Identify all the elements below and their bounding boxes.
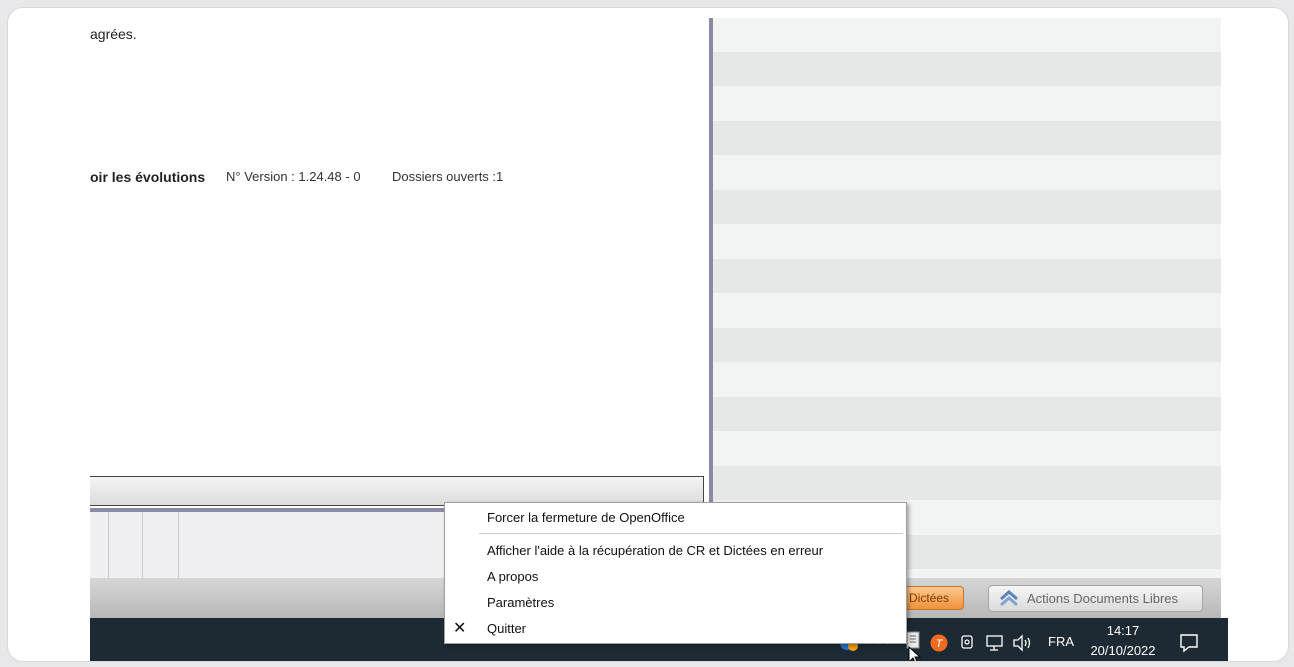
- menu-item-recovery-help[interactable]: Afficher l'aide à la récupération de CR …: [487, 543, 823, 558]
- grid-divider: [108, 512, 109, 578]
- menu-item-settings[interactable]: Paramètres: [487, 595, 554, 610]
- top-text: agrées.: [90, 26, 137, 42]
- network-icon[interactable]: [986, 634, 1004, 652]
- tray-context-menu: Forcer la fermeture de OpenOffice Affich…: [444, 502, 907, 644]
- list-row[interactable]: [713, 259, 1221, 293]
- double-chevron-up-icon: [1000, 590, 1018, 607]
- list-row[interactable]: [713, 190, 1221, 224]
- list-row[interactable]: [713, 466, 1221, 500]
- open-folders-label: Dossiers ouverts :1: [392, 169, 504, 184]
- list-row[interactable]: [713, 397, 1221, 431]
- dictees-label: Dictées: [909, 591, 950, 605]
- volume-icon[interactable]: [1012, 634, 1034, 652]
- language-indicator[interactable]: FRA: [1048, 634, 1074, 649]
- grid-divider: [142, 512, 143, 578]
- clock-date: 20/10/2022: [1090, 643, 1156, 658]
- taskbar-clock[interactable]: 14:17 20/10/2022: [1080, 621, 1166, 661]
- list-row[interactable]: [713, 52, 1221, 86]
- menu-item-about[interactable]: A propos: [487, 569, 538, 584]
- evolutions-link[interactable]: oir les évolutions: [90, 169, 205, 185]
- mouse-cursor-icon: [908, 646, 922, 661]
- list-row[interactable]: [713, 328, 1221, 362]
- right-list-pane: [713, 18, 1221, 578]
- actions-label: Actions Documents Libres: [1027, 591, 1179, 606]
- notification-icon[interactable]: [1178, 632, 1200, 654]
- actions-documents-libres-button[interactable]: Actions Documents Libres: [988, 585, 1203, 612]
- grid-divider: [178, 512, 179, 578]
- menu-item-quit[interactable]: Quitter: [487, 621, 526, 636]
- version-label: N° Version : 1.24.48 - 0: [226, 169, 361, 184]
- screenshot-frame: agrées. oir les évolutions N° Version : …: [7, 7, 1289, 662]
- menu-separator: [479, 533, 903, 534]
- close-icon: ✕: [453, 620, 467, 637]
- meet-now-icon[interactable]: [960, 634, 976, 652]
- dictees-button[interactable]: Dictées: [902, 586, 964, 610]
- menu-item-force-close-openoffice[interactable]: Forcer la fermeture de OpenOffice: [487, 510, 685, 525]
- clock-time: 14:17: [1106, 623, 1140, 638]
- list-row[interactable]: [713, 121, 1221, 155]
- orange-t-icon[interactable]: T: [930, 634, 948, 652]
